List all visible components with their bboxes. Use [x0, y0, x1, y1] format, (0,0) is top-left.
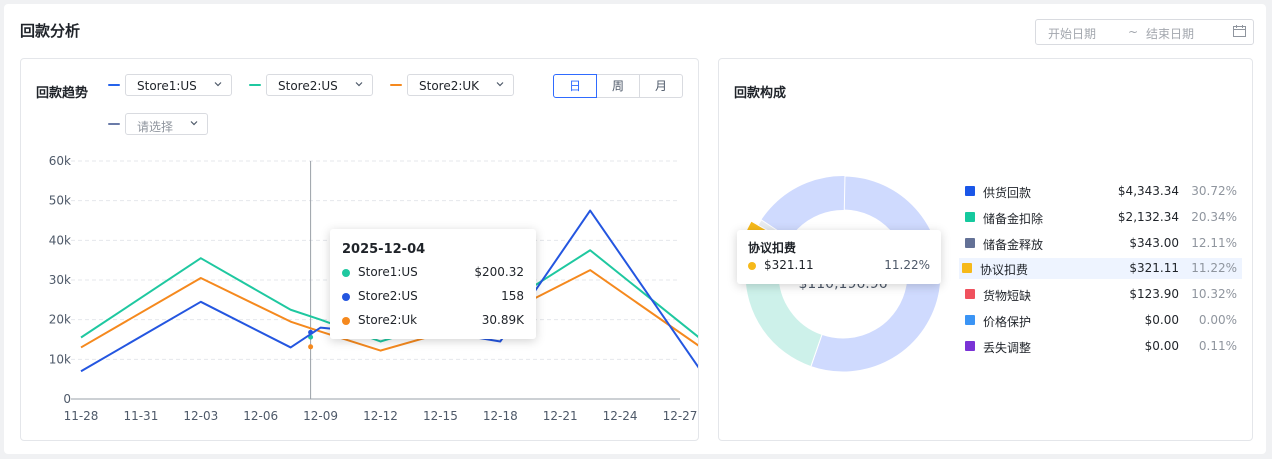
legend-item-name: 储备金扣除: [983, 211, 1044, 226]
y-tick-label: 40k: [49, 233, 71, 247]
legend-color-square: [965, 289, 975, 300]
x-tick-label: 12-15: [423, 409, 458, 423]
legend-color-square: [965, 237, 975, 248]
legend-item[interactable]: 货物短缺 $123.90 10.32%: [962, 284, 1242, 305]
x-tick-label: 12-09: [303, 409, 338, 423]
x-tick-label: 11-31: [123, 409, 158, 423]
legend-item-percent: 11.22%: [1191, 261, 1237, 276]
series-dot: [342, 269, 350, 277]
tooltip-series-name: Store2:US: [358, 289, 418, 303]
payment-analysis-page: 回款分析 开始日期 ~ 结束日期 回款趋势 Store1:US Store2:U…: [4, 4, 1266, 454]
tooltip-series-name: Store1:US: [358, 265, 418, 279]
tooltip-series-name: Store2:Uk: [358, 313, 418, 327]
legend-item-percent: 0.00%: [1198, 313, 1237, 327]
series-dot: [342, 293, 350, 301]
series-point: [308, 329, 314, 335]
legend-item[interactable]: 丢失调整 $0.00 0.11%: [962, 336, 1242, 357]
legend-item-value: $4,343.34: [1117, 184, 1179, 198]
y-tick-label: 20k: [49, 313, 71, 327]
legend-item-percent: 10.32%: [1191, 287, 1237, 302]
legend-item-percent: 0.11%: [1198, 338, 1237, 353]
legend-color-square: [965, 186, 975, 196]
legend-item-value: $0.00: [1144, 338, 1179, 353]
legend-item-name: 价格保护: [983, 315, 1032, 329]
legend-item-value: $321.11: [1129, 261, 1179, 276]
x-tick-label: 12-03: [183, 409, 218, 423]
tooltip-series-value: 30.89K: [481, 313, 524, 327]
x-tick-label: 12-27: [663, 409, 698, 423]
legend-item-value: $123.90: [1129, 287, 1179, 302]
calendar-icon[interactable]: [1233, 25, 1246, 37]
donut-tooltip-title: 协议扣费: [748, 241, 797, 255]
tooltip-row: Store2:US 158: [342, 289, 524, 305]
tooltip-row: Store2:Uk 30.89K: [342, 313, 524, 329]
y-tick-label: 10k: [49, 352, 71, 366]
page-title: 回款分析: [20, 22, 81, 40]
y-tick-label: 0: [63, 392, 71, 406]
granularity-day[interactable]: 日: [553, 74, 597, 98]
legend-item-percent: 20.34%: [1191, 209, 1237, 224]
tooltip-date: 2025-12-04: [342, 242, 426, 257]
legend-item-name: 储备金释放: [983, 237, 1044, 252]
legend-item[interactable]: 价格保护 $0.00 0.00%: [962, 310, 1242, 331]
tooltip-series-value: 158: [501, 289, 524, 303]
legend-item-percent: 12.11%: [1191, 235, 1237, 250]
legend-color-square: [965, 315, 975, 325]
legend-item-value: $343.00: [1129, 235, 1179, 250]
legend-item[interactable]: 储备金释放 $343.00 12.11%: [962, 233, 1242, 254]
y-tick-label: 50k: [49, 194, 71, 208]
legend-item-value: $2,132.34: [1117, 209, 1179, 224]
legend-color-square: [965, 211, 975, 222]
series-dot: [342, 317, 350, 325]
legend-item-name: 货物短缺: [983, 289, 1032, 304]
series-point: [308, 344, 314, 350]
y-tick-label: 60k: [49, 154, 71, 168]
start-date-placeholder[interactable]: 开始日期: [1048, 25, 1096, 42]
donut-tooltip-percent: 11.22%: [884, 258, 930, 272]
date-range-picker[interactable]: 开始日期 ~ 结束日期: [1035, 19, 1254, 45]
donut-tooltip: 协议扣费 $321.11 11.22%: [737, 230, 941, 284]
trend-card: 回款趋势 Store1:US Store2:US Store2:UK 请选择 日…: [20, 58, 699, 441]
legend-item-name: 协议扣费: [980, 263, 1029, 278]
legend-item[interactable]: 供货回款 $4,343.34 30.72%: [962, 181, 1242, 202]
legend-color-square: [962, 263, 972, 274]
x-tick-label: 12-21: [543, 409, 578, 423]
x-tick-label: 12-06: [243, 409, 278, 423]
legend-color-square: [965, 340, 975, 351]
x-tick-label: 12-24: [603, 409, 638, 423]
legend-item[interactable]: 储备金扣除 $2,132.34 20.34%: [962, 207, 1242, 228]
legend-item-value: $0.00: [1144, 313, 1179, 327]
legend-item-percent: 30.72%: [1191, 184, 1237, 198]
x-tick-label: 12-12: [363, 409, 398, 423]
legend-item[interactable]: 协议扣费 $321.11 11.22%: [959, 258, 1242, 280]
tooltip-row: Store1:US $200.32: [342, 265, 524, 281]
x-tick-label: 11-28: [64, 409, 99, 423]
date-separator: ~: [1128, 25, 1139, 39]
legend-item-name: 丢失调整: [983, 340, 1032, 355]
donut-tooltip-value: $321.11: [764, 258, 814, 272]
y-tick-label: 30k: [49, 273, 71, 287]
trend-tooltip: 2025-12-04 Store1:US $200.32 Store2:US 1…: [330, 229, 536, 339]
x-tick-label: 12-18: [483, 409, 518, 423]
composition-card: 回款构成 合计$110,196.96 协议扣费 $321.11 11.22% 供…: [718, 58, 1253, 441]
tooltip-series-value: $200.32: [474, 265, 524, 279]
series-dot: [748, 262, 756, 270]
end-date-placeholder[interactable]: 结束日期: [1146, 25, 1194, 42]
legend-item-name: 供货回款: [983, 186, 1032, 200]
